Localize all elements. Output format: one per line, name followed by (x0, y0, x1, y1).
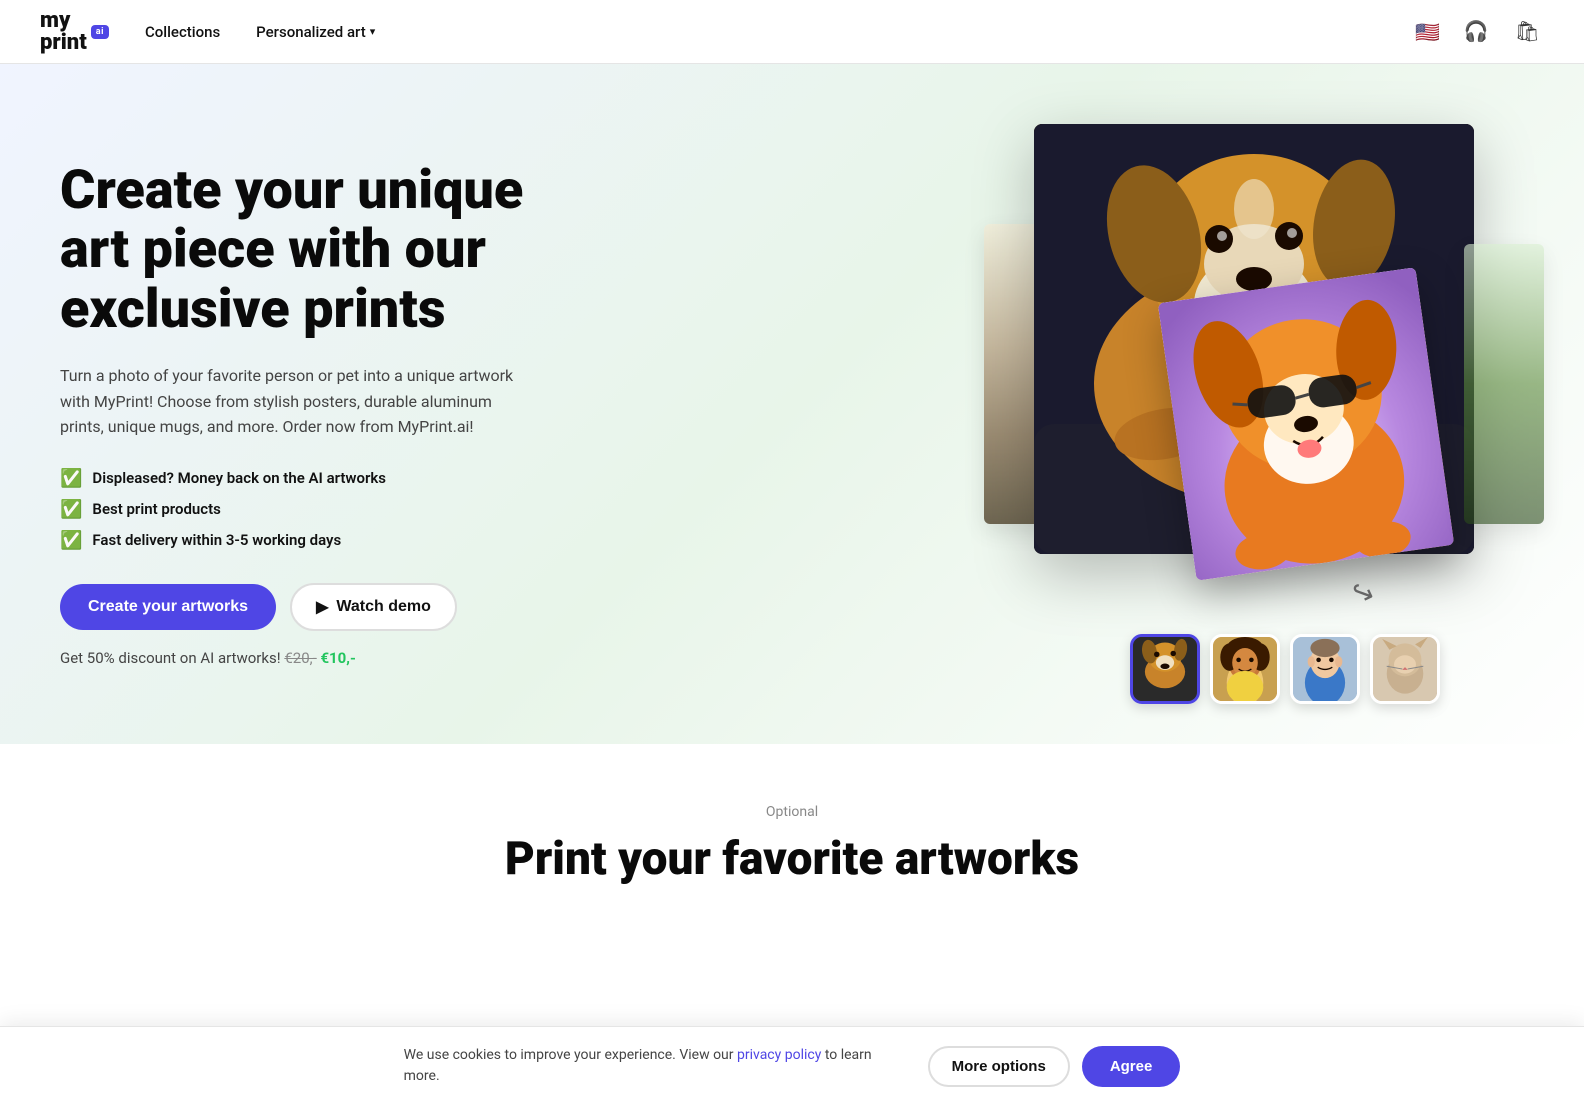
thumbnail-child[interactable] (1210, 634, 1280, 704)
feature-money-back: ✅ Displeased? Money back on the AI artwo… (60, 468, 580, 489)
cookie-banner: We use cookies to improve your experienc… (0, 1026, 1584, 1105)
nav-personalized-art-dropdown[interactable]: Personalized art ▾ (256, 23, 375, 41)
logo-badge: ai (91, 25, 109, 39)
check-icon-2: ✅ (60, 499, 82, 520)
price-new: €10,- (320, 649, 355, 667)
check-icon-3: ✅ (60, 530, 82, 551)
check-icon-1: ✅ (60, 468, 82, 489)
chevron-down-icon: ▾ (370, 25, 376, 38)
privacy-policy-link[interactable]: privacy policy (737, 1047, 821, 1063)
navbar: my print ai Collections Personalized art… (0, 0, 1584, 64)
headset-icon[interactable]: 🎧 (1460, 15, 1493, 48)
create-artworks-button[interactable]: Create your artworks (60, 584, 276, 630)
ai-art-print (1158, 267, 1454, 580)
thumbnail-cat[interactable] (1370, 634, 1440, 704)
cookie-message: We use cookies to improve your experienc… (404, 1045, 904, 1087)
hero-content: Create your unique art piece with our ex… (60, 161, 580, 667)
hero-description: Turn a photo of your favorite person or … (60, 363, 520, 440)
section-title: Print your favorite artworks (40, 832, 1544, 886)
nav-left: my print ai Collections Personalized art… (40, 10, 375, 54)
hero-action-buttons: Create your artworks ▶ Watch demo (60, 583, 580, 631)
side-photo-right (1464, 244, 1544, 524)
logo-text: my print (40, 10, 87, 54)
nav-collections-link[interactable]: Collections (145, 23, 220, 41)
thumbnail-man[interactable] (1290, 634, 1360, 704)
logo[interactable]: my print ai (40, 10, 109, 54)
art-print-artwork (1158, 267, 1454, 580)
feature-best-print: ✅ Best print products (60, 499, 580, 520)
hero-feature-list: ✅ Displeased? Money back on the AI artwo… (60, 468, 580, 551)
cart-icon[interactable]: 🛍 (1511, 15, 1544, 48)
hero-section: Create your unique art piece with our ex… (0, 64, 1584, 744)
agree-button[interactable]: Agree (1082, 1046, 1181, 1087)
thumbnail-strip (1130, 634, 1440, 704)
hero-title: Create your unique art piece with our ex… (60, 161, 580, 339)
more-options-button[interactable]: More options (928, 1046, 1070, 1087)
curve-arrow-icon: ↩ (1346, 573, 1379, 612)
section-print-artworks: Optional Print your favorite artworks (0, 744, 1584, 926)
price-old: €20,- (284, 649, 316, 667)
hero-image-collage: ↩ (964, 124, 1544, 704)
logo-icon: my print ai (40, 10, 109, 54)
discount-text: Get 50% discount on AI artworks! €20,- €… (60, 649, 580, 667)
watch-demo-button[interactable]: ▶ Watch demo (290, 583, 457, 631)
flag-us-icon[interactable]: 🇺🇸 (1414, 22, 1442, 42)
thumbnail-dog[interactable] (1130, 634, 1200, 704)
cookie-action-buttons: More options Agree (928, 1046, 1181, 1087)
play-icon: ▶ (316, 597, 328, 617)
section-optional-label: Optional (40, 804, 1544, 820)
nav-right: 🇺🇸 🎧 🛍 (1414, 15, 1544, 48)
feature-fast-delivery: ✅ Fast delivery within 3-5 working days (60, 530, 580, 551)
